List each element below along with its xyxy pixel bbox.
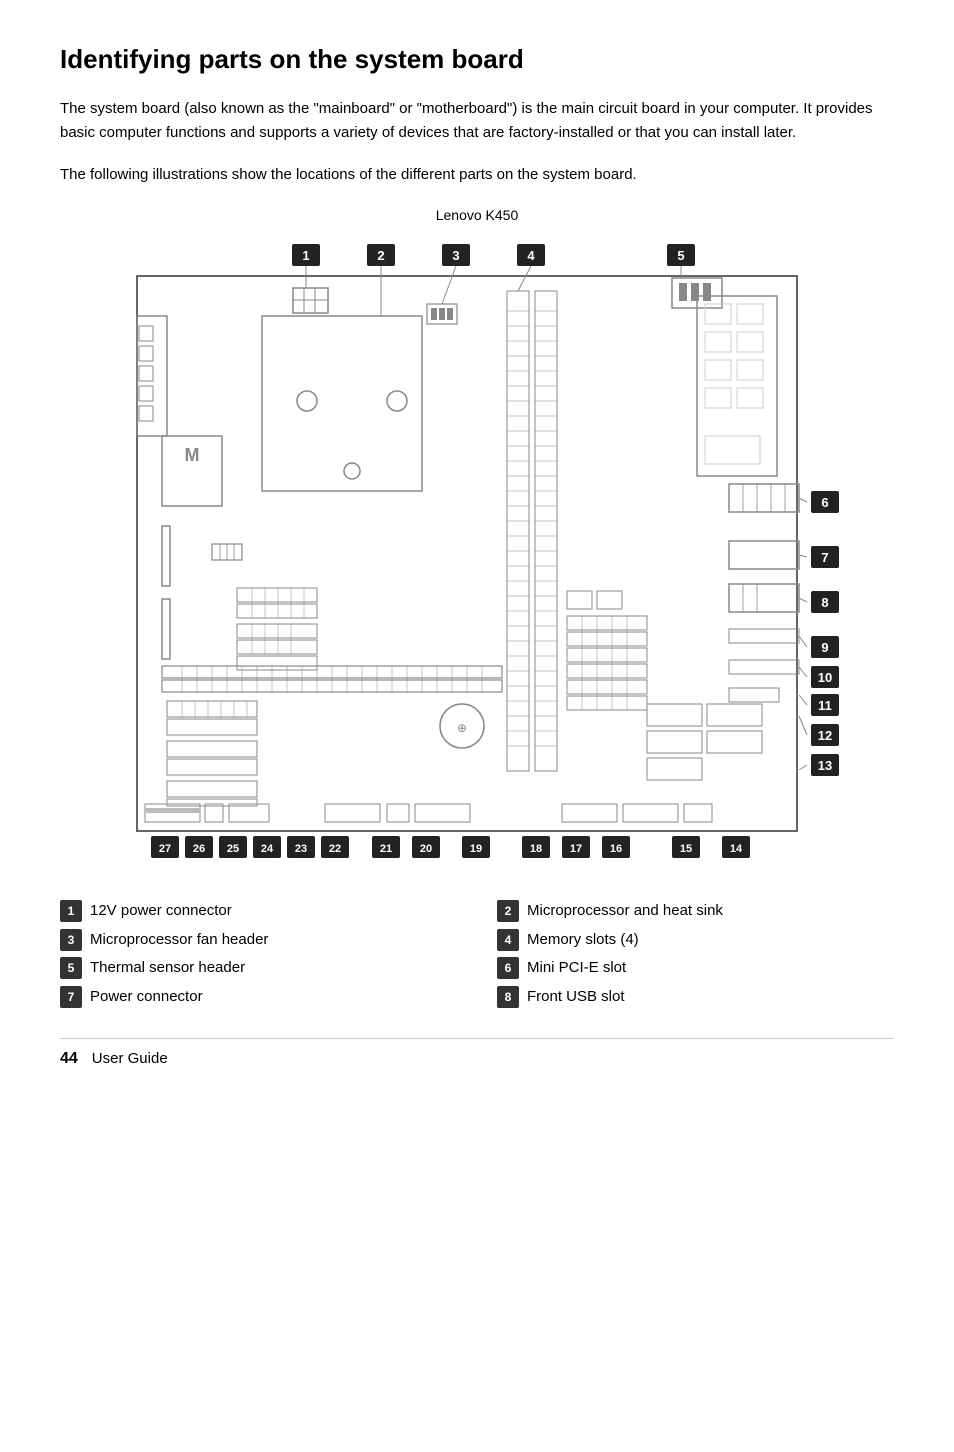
page-number: 44 [60,1047,78,1071]
svg-text:25: 25 [227,843,239,855]
svg-text:2: 2 [377,248,384,263]
svg-text:6: 6 [821,495,828,510]
diagram-caption: Lenovo K450 [60,205,894,226]
part-label: Microprocessor fan header [90,929,268,952]
svg-text:20: 20 [420,843,432,855]
svg-text:24: 24 [261,843,274,855]
svg-text:4: 4 [527,248,535,263]
part-number-badge: 7 [60,986,82,1008]
svg-text:26: 26 [193,843,205,855]
svg-text:10: 10 [818,670,832,685]
svg-text:14: 14 [730,843,743,855]
board-svg: 1 2 3 4 5 6 7 8 9 10 11 12 13 27 26 25 2… [107,236,847,876]
intro-paragraph-2: The following illustrations show the loc… [60,163,894,187]
part-label: Thermal sensor header [90,957,245,980]
parts-list: 1 12V power connector 2 Microprocessor and … [60,900,894,1008]
svg-text:17: 17 [570,843,582,855]
svg-text:7: 7 [821,550,828,565]
svg-text:3: 3 [452,248,459,263]
svg-text:19: 19 [470,843,482,855]
intro-paragraph-1: The system board (also known as the "mai… [60,97,894,145]
part-label: Power connector [90,986,203,1009]
svg-text:18: 18 [530,843,542,855]
page-label: User Guide [92,1048,168,1071]
parts-list-item: 8 Front USB slot [497,986,894,1009]
svg-text:11: 11 [818,698,832,713]
page-title: Identifying parts on the system board [60,40,894,79]
svg-text:12: 12 [818,728,832,743]
part-label: Microprocessor and heat sink [527,900,723,923]
part-label: Front USB slot [527,986,625,1009]
svg-text:9: 9 [821,640,828,655]
svg-text:5: 5 [677,248,684,263]
parts-list-item: 2 Microprocessor and heat sink [497,900,894,923]
part-number-badge: 3 [60,929,82,951]
parts-list-item: 1 12V power connector [60,900,457,923]
part-number-badge: 1 [60,900,82,922]
svg-text:⊕: ⊕ [457,721,467,735]
svg-text:15: 15 [680,843,692,855]
svg-text:16: 16 [610,843,622,855]
part-number-badge: 5 [60,957,82,979]
part-number-badge: 8 [497,986,519,1008]
svg-text:13: 13 [818,758,832,773]
part-number-badge: 4 [497,929,519,951]
svg-text:1: 1 [302,248,309,263]
part-label: Memory slots (4) [527,929,639,952]
svg-text:M: M [185,445,200,465]
page-footer: 44 User Guide [60,1038,894,1071]
svg-text:22: 22 [329,843,341,855]
system-board-diagram: 1 2 3 4 5 6 7 8 9 10 11 12 13 27 26 25 2… [107,236,847,876]
svg-text:23: 23 [295,843,307,855]
part-label: 12V power connector [90,900,232,923]
parts-list-item: 7 Power connector [60,986,457,1009]
part-number-badge: 6 [497,957,519,979]
parts-list-item: 4 Memory slots (4) [497,929,894,952]
parts-list-item: 5 Thermal sensor header [60,957,457,980]
svg-text:21: 21 [380,843,392,855]
parts-list-item: 3 Microprocessor fan header [60,929,457,952]
part-number-badge: 2 [497,900,519,922]
svg-text:27: 27 [159,843,171,855]
part-label: Mini PCI-E slot [527,957,626,980]
parts-list-item: 6 Mini PCI-E slot [497,957,894,980]
svg-text:8: 8 [821,595,828,610]
